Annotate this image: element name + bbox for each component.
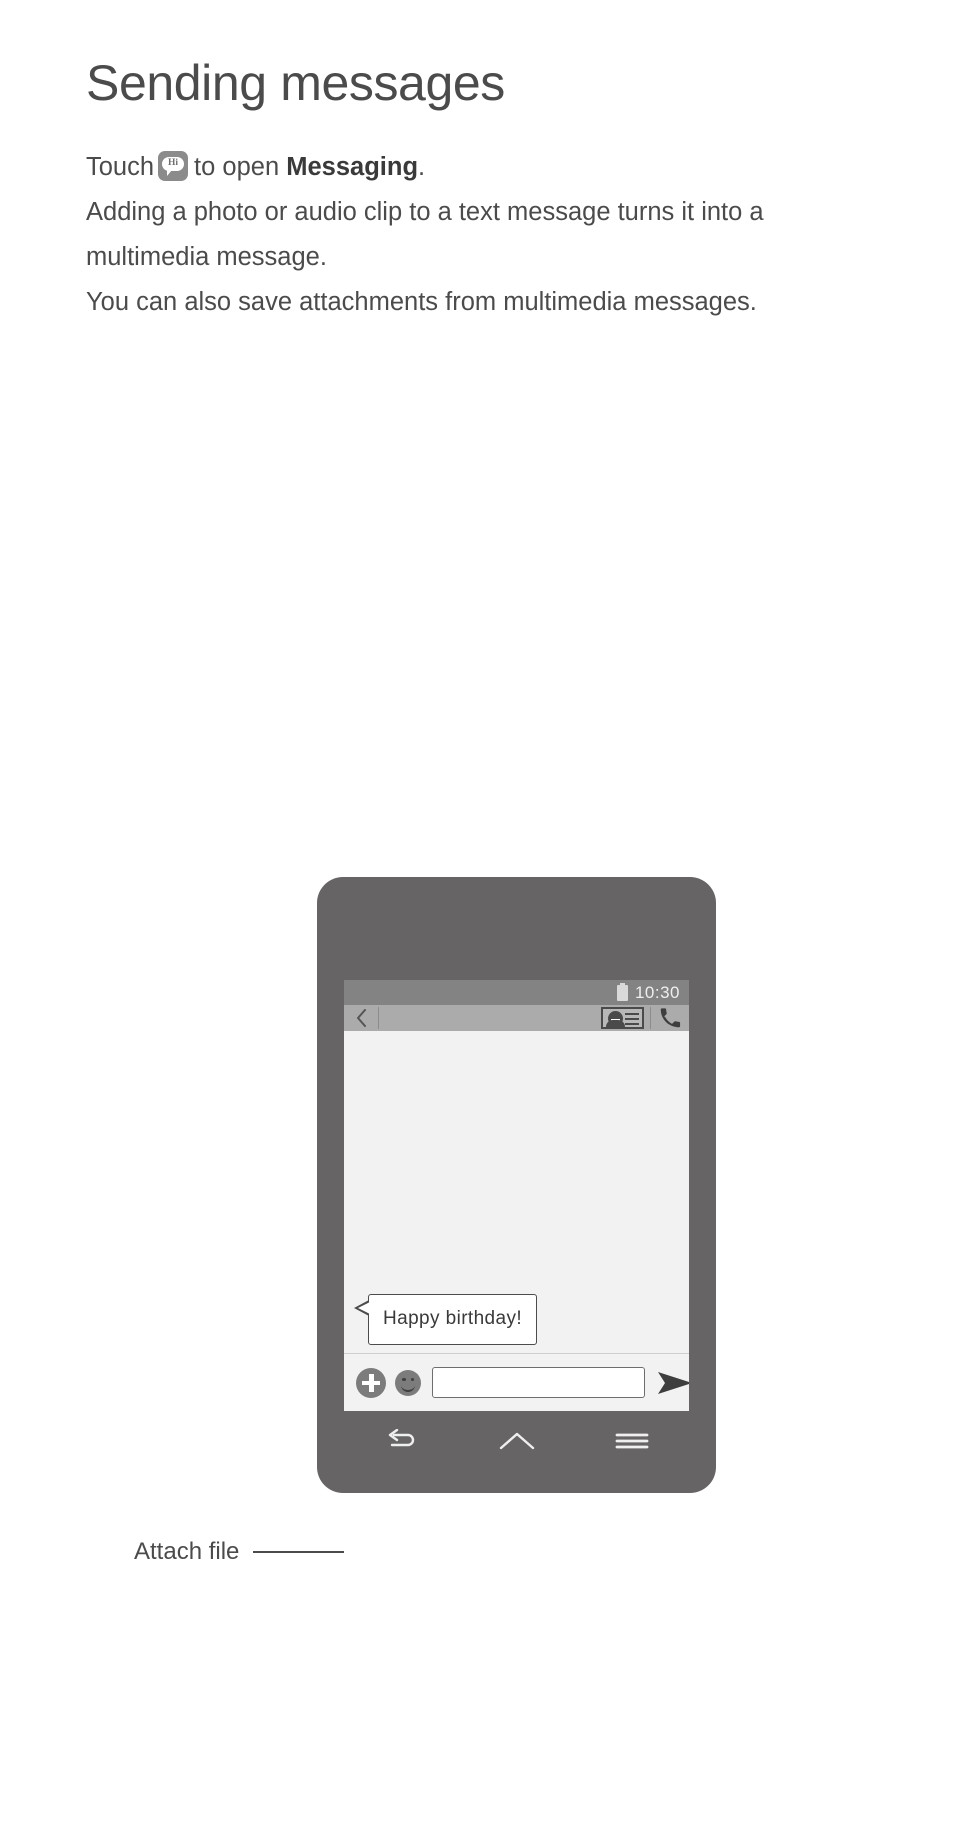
document-content: Sending messages Touch Hi to open Messag… — [86, 56, 846, 325]
phone-mockup: 10:30 Happy birthday! — [317, 877, 716, 1493]
touch-label: Touch — [86, 153, 155, 181]
message-text: Happy birthday! — [383, 1308, 523, 1329]
period-mark: . — [418, 153, 426, 181]
body-text: Touch Hi to open Messaging. Adding a pho… — [86, 145, 846, 325]
to-open-label: to open — [194, 153, 280, 181]
phone-screen: 10:30 Happy birthday! — [344, 980, 689, 1411]
compose-bar — [344, 1353, 689, 1411]
message-row: Happy birthday! — [354, 1294, 538, 1345]
app-bar — [344, 1005, 689, 1031]
plus-icon-horizontal — [362, 1380, 380, 1385]
page-title: Sending messages — [86, 55, 505, 111]
phone-call-icon[interactable] — [651, 1007, 689, 1029]
message-bubble[interactable]: Happy birthday! — [354, 1294, 538, 1345]
smiley-eye-left — [402, 1377, 406, 1381]
nav-home-icon[interactable] — [491, 1424, 543, 1458]
paragraph-touch-to-open: Touch Hi to open Messaging. — [86, 145, 846, 190]
nav-back-icon[interactable] — [376, 1424, 428, 1458]
battery-icon — [616, 982, 628, 1001]
smiley-icon[interactable] — [395, 1369, 421, 1396]
nav-menu-icon[interactable] — [606, 1424, 658, 1458]
smiley-eye-right — [410, 1377, 414, 1381]
callout-attach-file: Attach file — [134, 1538, 345, 1566]
status-time: 10:30 — [634, 982, 680, 1002]
contact-line-1 — [625, 1013, 639, 1015]
paragraph-multimedia-info: Adding a photo or audio clip to a text m… — [86, 198, 764, 271]
back-chevron-icon[interactable] — [344, 1009, 378, 1027]
recipient-input[interactable] — [379, 1007, 601, 1029]
contact-card-icon[interactable] — [601, 1007, 644, 1029]
smiley-mouth — [401, 1384, 415, 1392]
navigation-bar — [344, 1411, 689, 1471]
bubble-tail-fill — [358, 1302, 370, 1314]
contact-body-shape — [606, 1020, 625, 1027]
callout-label: Attach file — [134, 1538, 240, 1565]
messaging-app-icon: Hi — [158, 151, 189, 181]
conversation-area: Happy birthday! — [344, 1031, 689, 1353]
message-input[interactable] — [432, 1367, 645, 1398]
attach-file-button[interactable] — [356, 1367, 386, 1398]
status-bar: 10:30 — [344, 980, 689, 1005]
paragraph-save-attachments: You can also save attachments from multi… — [86, 288, 757, 316]
send-arrow-icon[interactable] — [655, 1366, 689, 1400]
callout-leader-line — [253, 1550, 345, 1554]
messaging-app-name: Messaging — [286, 153, 419, 181]
contact-line-3 — [625, 1023, 639, 1025]
messaging-icon-text: Hi — [168, 158, 179, 168]
contact-line-2 — [625, 1018, 639, 1020]
